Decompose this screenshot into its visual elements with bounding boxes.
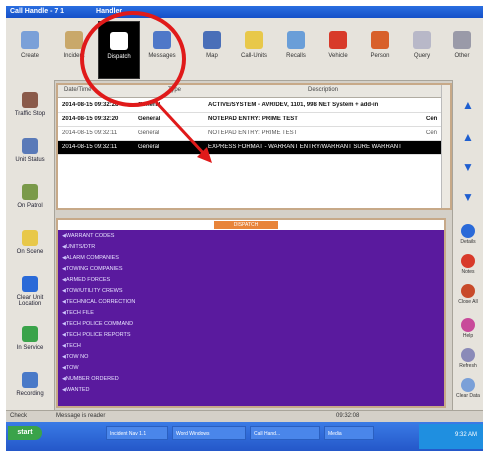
app-window: Call Handle - 7 1 Handler Create Inciden… (6, 6, 483, 451)
highlight-arrow-icon (154, 100, 212, 163)
